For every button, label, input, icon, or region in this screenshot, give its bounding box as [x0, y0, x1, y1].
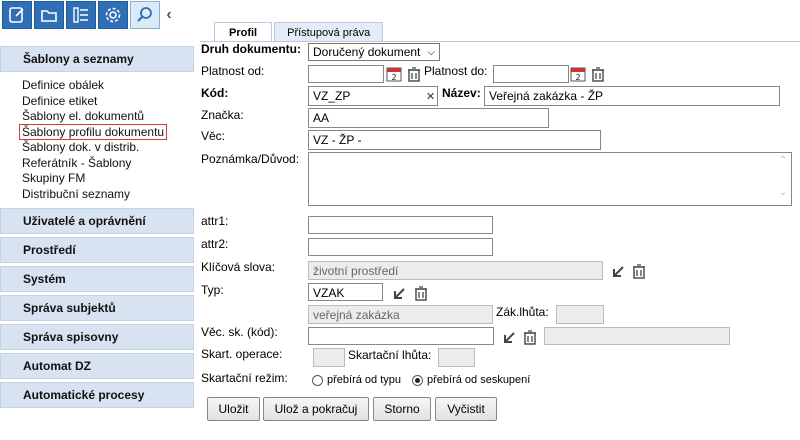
druh-select-value: Doručený dokument: [313, 45, 421, 59]
section-sprava-spisovny[interactable]: Správa spisovny: [0, 324, 194, 350]
sidebar-item-sablony-el-dokumentu[interactable]: Šablony el. dokumentů: [22, 109, 194, 125]
vec-sk-description: [544, 327, 730, 345]
save-button[interactable]: Uložit: [207, 397, 260, 421]
nazev-value: Veřejná zakázka - ŽP: [489, 89, 604, 103]
tab-profil[interactable]: Profil: [214, 22, 273, 42]
pick-arrow-icon[interactable]: [501, 329, 517, 345]
zak-lhuta-input: [556, 305, 604, 324]
gear-icon[interactable]: [98, 1, 128, 29]
zak-lhuta-label: Zák.lhůta:: [496, 305, 549, 319]
search-icon[interactable]: [130, 1, 160, 29]
scroll-down-icon[interactable]: ⌄: [777, 187, 789, 198]
cancel-button[interactable]: Storno: [373, 397, 431, 421]
pick-arrow-icon[interactable]: [391, 285, 407, 301]
platnost-od-label: Platnost od:: [201, 64, 265, 78]
klicova-slova-value: životní prostředí: [313, 264, 399, 278]
sidebar-item-sablony-dok-distrib[interactable]: Šablony dok. v distrib.: [22, 140, 194, 156]
section-prostredi[interactable]: Prostředí: [0, 237, 194, 263]
clear-icon[interactable]: ✕: [426, 90, 435, 103]
radio-od-typu-dot[interactable]: [312, 374, 323, 386]
sidebar-item-sablony-profilu[interactable]: Šablony profilu dokumentu: [19, 123, 194, 141]
calendar-day: 2: [575, 73, 580, 82]
skart-lhuta-input: [438, 348, 475, 367]
chevron-down-icon: ⌵: [427, 46, 435, 58]
skart-lhuta-label: Skartační lhůta:: [348, 348, 432, 362]
trash-icon[interactable]: [631, 263, 647, 279]
trash-icon[interactable]: [590, 66, 606, 82]
typ-label: Typ:: [201, 283, 224, 297]
platnost-do-input[interactable]: [493, 65, 569, 83]
radio-od-typu-label: přebírá od typu: [327, 374, 401, 386]
znacka-label: Značka:: [201, 108, 244, 122]
vec-sk-label: Věc. sk. (kód):: [201, 325, 278, 339]
vec-value: VZ - ŽP -: [313, 133, 362, 147]
trash-icon[interactable]: [413, 285, 429, 301]
section-system[interactable]: Systém: [0, 266, 194, 292]
vec-input[interactable]: VZ - ŽP -: [308, 130, 601, 150]
radio-od-seskupeni[interactable]: přebírá od seskupení: [412, 374, 530, 386]
section-sprava-subjektu[interactable]: Správa subjektů: [0, 295, 194, 321]
radio-od-seskupeni-dot[interactable]: [412, 374, 423, 386]
attr1-label: attr1:: [201, 214, 229, 228]
trash-icon[interactable]: [522, 329, 538, 345]
section-sablony[interactable]: Šablony a seznamy: [0, 46, 194, 72]
save-continue-button[interactable]: Ulož a pokračuj: [263, 397, 369, 421]
typ-description-value: veřejná zakázka: [313, 308, 400, 322]
poznamka-label: Poznámka/Důvod:: [201, 152, 300, 166]
section-sablony-items: Definice obálek Definice etiket Šablony …: [0, 72, 194, 208]
attr1-input[interactable]: [308, 216, 493, 234]
attr2-input[interactable]: [308, 238, 493, 256]
nazev-label: Název:: [442, 86, 481, 100]
znacka-input[interactable]: AA: [308, 108, 549, 128]
sidebar-item-label: Šablony profilu dokumentu: [19, 123, 168, 140]
main-toolbar: ‹: [0, 0, 200, 30]
scroll-up-icon[interactable]: ⌃: [777, 155, 789, 166]
section-uzivatele[interactable]: Uživatelé a oprávnění: [0, 208, 194, 234]
sidebar-item-skupiny-fm[interactable]: Skupiny FM: [22, 171, 194, 187]
typ-value: VZAK: [313, 286, 345, 300]
tab-pristupova-prava[interactable]: Přístupová práva: [274, 22, 384, 42]
druh-label: Druh dokumentu:: [201, 42, 301, 56]
list-tree-icon[interactable]: [66, 1, 96, 29]
kod-label: Kód:: [201, 86, 229, 100]
skart-operace-input: [313, 348, 345, 367]
typ-description: veřejná zakázka: [308, 305, 493, 324]
znacka-value: AA: [313, 111, 330, 125]
druh-select[interactable]: Doručený dokument ⌵: [308, 43, 440, 61]
poznamka-textarea[interactable]: ⌃ ⌄: [308, 152, 792, 206]
skart-operace-label: Skart. operace:: [201, 347, 283, 361]
section-automaticke-procesy[interactable]: Automatické procesy: [0, 382, 194, 408]
nazev-input[interactable]: Veřejná zakázka - ŽP: [484, 86, 780, 106]
klicova-slova-input: životní prostředí: [308, 261, 603, 280]
pick-arrow-icon[interactable]: [610, 263, 626, 279]
folder-icon[interactable]: [34, 1, 64, 29]
collapse-chevron-icon[interactable]: ‹: [162, 1, 176, 29]
clear-button[interactable]: Vyčistit: [435, 397, 497, 421]
sidebar-item-distribucni-seznamy[interactable]: Distribuční seznamy: [22, 187, 194, 203]
platnost-do-label: Platnost do:: [424, 64, 488, 78]
tab-bar: Profil Přístupová práva: [214, 22, 384, 42]
kod-input[interactable]: VZ_ZP: [308, 86, 438, 106]
sidebar-item-referatnik[interactable]: Referátník - Šablony: [22, 156, 194, 172]
edit-icon[interactable]: [2, 1, 32, 29]
calendar-icon[interactable]: 2: [386, 66, 402, 82]
attr2-label: attr2:: [201, 237, 229, 251]
sidebar: Šablony a seznamy Definice obálek Defini…: [0, 46, 194, 411]
kod-value: VZ_ZP: [313, 89, 351, 103]
klicova-slova-label: Klíčová slova:: [201, 260, 276, 274]
sidebar-item-definice-etiket[interactable]: Definice etiket: [22, 94, 194, 110]
vec-label: Věc:: [201, 129, 226, 143]
calendar-day: 2: [391, 73, 396, 82]
calendar-icon[interactable]: 2: [570, 66, 586, 82]
radio-od-seskupeni-label: přebírá od seskupení: [427, 374, 531, 386]
vec-sk-input[interactable]: [308, 327, 494, 345]
sidebar-item-definice-obalek[interactable]: Definice obálek: [22, 78, 194, 94]
skart-rezim-label: Skartační režim:: [201, 371, 288, 385]
radio-od-typu[interactable]: přebírá od typu: [312, 374, 401, 386]
platnost-od-input[interactable]: [308, 65, 384, 83]
section-automat-dz[interactable]: Automat DZ: [0, 353, 194, 379]
typ-input[interactable]: VZAK: [308, 283, 383, 301]
trash-icon[interactable]: [406, 66, 422, 82]
